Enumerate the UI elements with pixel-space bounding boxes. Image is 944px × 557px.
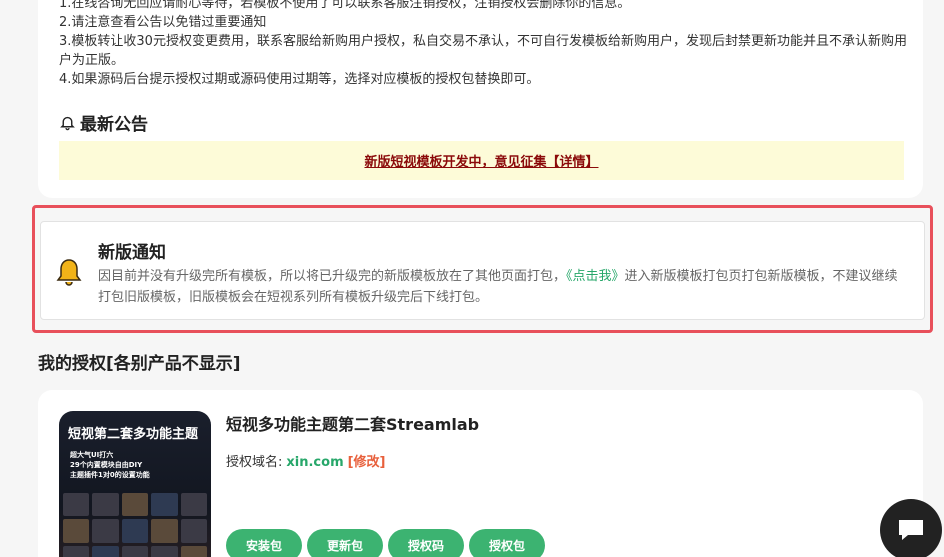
new-notice-text: 因目前并没有升级完所有模板，所以将已升级完的新版模板放在了其他页面打包，	[98, 269, 567, 284]
product-actions: 安装包 更新包 授权码 授权包	[226, 529, 545, 557]
product-thumbnail: 短视第二套多功能主题 超大气UI打六 29个内置模块自由DIY 主题插件1对0的…	[59, 411, 211, 557]
notice-line: 2.请注意查看公告以免错过重要通知	[59, 15, 267, 30]
thumbnail-grid	[63, 493, 207, 557]
update-package-button[interactable]: 更新包	[307, 529, 383, 557]
bell-icon	[56, 259, 82, 286]
click-me-link[interactable]: 《点击我》	[566, 269, 625, 284]
thumbnail-title: 短视第二套多功能主题	[68, 427, 199, 442]
announcement-link[interactable]: 新版短视模板开发中，意见征集【详情】	[364, 151, 598, 170]
domain-label: 授权域名:	[226, 455, 283, 470]
announcement-heading: 最新公告	[59, 110, 148, 135]
notice-lines: 1.在线咨询无回应请耐心等待，若模板不使用了可以联系客服注销授权，注销授权会删除…	[59, 0, 909, 89]
auth-package-button[interactable]: 授权包	[469, 529, 545, 557]
auth-code-button[interactable]: 授权码	[388, 529, 464, 557]
announcement-bar: 新版短视模板开发中，意见征集【详情】	[59, 141, 904, 180]
notice-line: 3.模板转让收30元授权变更费用，联系客服给新购用户授权，私自交易不承认，不可自…	[59, 34, 907, 68]
thumbnail-subtitle: 超大气UI打六 29个内置模块自由DIY 主题插件1对0的设置功能	[70, 450, 150, 480]
thumbnail-sub-line: 29个内置模块自由DIY	[70, 461, 143, 469]
edit-domain-link[interactable]: [修改]	[348, 451, 386, 470]
chat-button[interactable]	[880, 499, 942, 557]
notice-line: 1.在线咨询无回应请耐心等待，若模板不使用了可以联系客服注销授权，注销授权会删除…	[59, 0, 631, 11]
new-notice-body: 因目前并没有升级完所有模板，所以将已升级完的新版模板放在了其他页面打包，《点击我…	[98, 266, 908, 308]
bell-icon	[60, 116, 75, 131]
thumbnail-sub-line: 超大气UI打六	[70, 451, 114, 459]
thumbnail-sub-line: 主题插件1对0的设置功能	[70, 471, 150, 479]
product-name: 短视多功能主题第二套Streamlab	[226, 415, 480, 434]
install-package-button[interactable]: 安装包	[226, 529, 302, 557]
domain-value: xin.com	[286, 455, 344, 470]
my-auth-title: 我的授权[各别产品不显示]	[38, 354, 241, 374]
domain-row: 授权域名: xin.com [修改]	[226, 451, 386, 470]
announcement-title: 最新公告	[80, 115, 148, 135]
new-notice-title: 新版通知	[98, 243, 166, 263]
chat-icon	[899, 520, 923, 540]
notice-line: 4.如果源码后台提示授权过期或源码使用过期等，选择对应模板的授权包替换即可。	[59, 72, 540, 87]
